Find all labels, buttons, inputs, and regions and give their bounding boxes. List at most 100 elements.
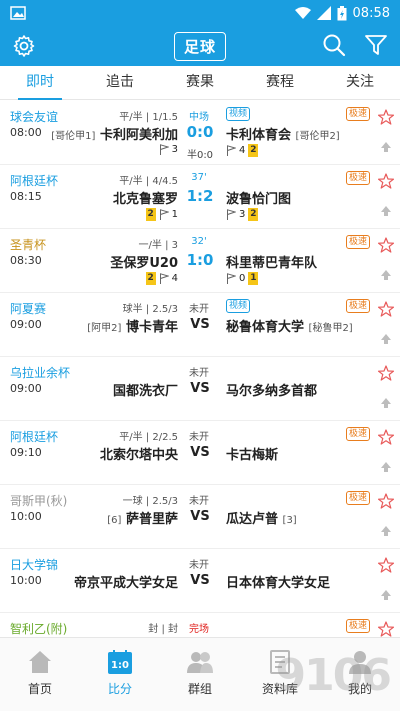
pin-top-icon[interactable] bbox=[380, 205, 392, 217]
tab-live[interactable]: 即时 bbox=[0, 66, 80, 100]
pin-top-icon[interactable] bbox=[380, 589, 392, 601]
league-name[interactable]: 日大学锦 bbox=[10, 556, 58, 573]
league-name[interactable]: 阿夏赛 bbox=[10, 300, 46, 317]
nav-score[interactable]: 1:0 比分 bbox=[80, 638, 160, 711]
fast-badge[interactable]: 极速 bbox=[345, 235, 370, 249]
search-icon[interactable] bbox=[322, 33, 346, 57]
tab-schedule[interactable]: 赛程 bbox=[240, 66, 320, 99]
league-name[interactable]: 圣青杯 bbox=[10, 236, 46, 253]
nav-database[interactable]: 资料库 bbox=[240, 638, 320, 711]
star-icon[interactable] bbox=[378, 237, 394, 253]
pin-top-icon[interactable] bbox=[380, 141, 392, 153]
star-icon[interactable] bbox=[378, 109, 394, 125]
pin-top-icon[interactable] bbox=[380, 397, 392, 409]
nav-home[interactable]: 首页 bbox=[0, 638, 80, 711]
away-team-name: 卡古梅斯 bbox=[226, 448, 279, 463]
away-team[interactable]: 马尔多纳多首都 bbox=[226, 380, 317, 399]
sport-selector-button[interactable]: 足球 bbox=[173, 31, 226, 61]
video-badge[interactable]: 视频 bbox=[226, 107, 251, 121]
home-team[interactable]: 北索尔塔中央 bbox=[100, 444, 178, 463]
nav-database-label: 资料库 bbox=[261, 682, 298, 696]
home-team[interactable]: 国都洗衣厂 bbox=[113, 380, 178, 399]
match-row[interactable]: 哥斯甲(秋) 10:00 一球 | 2.5/3 未开 [6] 萨普里萨 VS 瓜达卢普 [3… bbox=[0, 485, 400, 549]
gear-icon[interactable] bbox=[12, 34, 36, 58]
home-stats: 21 bbox=[145, 208, 178, 221]
match-status: 未开 bbox=[189, 304, 209, 315]
profile-icon bbox=[349, 651, 371, 674]
pin-top-icon[interactable] bbox=[380, 461, 392, 473]
home-team[interactable]: [哥伦甲1] 卡利阿美利加 bbox=[51, 124, 178, 143]
filter-icon[interactable] bbox=[364, 33, 388, 57]
away-team[interactable]: 卡利体育会 [哥伦甲2] bbox=[226, 124, 340, 143]
star-icon[interactable] bbox=[378, 365, 394, 381]
nav-profile[interactable]: 我的 bbox=[320, 638, 400, 711]
away-team[interactable]: 科里蒂巴青年队 bbox=[226, 252, 317, 271]
yellow-card-count: 2 bbox=[248, 144, 259, 157]
away-team[interactable]: 波鲁恰门图 bbox=[226, 188, 291, 207]
match-row[interactable]: 乌拉业余杯 09:00 未开 国都洗衣厂 VS 马尔多纳多首都 bbox=[0, 357, 400, 421]
star-icon[interactable] bbox=[378, 557, 394, 573]
home-team[interactable]: [6] 萨普里萨 bbox=[107, 508, 178, 527]
home-team-name: 圣保罗U20 bbox=[110, 256, 178, 271]
pin-top-icon[interactable] bbox=[380, 525, 392, 537]
fast-badge[interactable]: 极速 bbox=[345, 427, 370, 441]
away-team[interactable]: 瓜达卢普 [3] bbox=[226, 508, 297, 527]
star-icon[interactable] bbox=[378, 173, 394, 189]
nav-group[interactable]: 群组 bbox=[160, 638, 240, 711]
away-stats: 42 bbox=[226, 144, 259, 157]
home-team[interactable]: 圣保罗U20 bbox=[110, 252, 178, 271]
star-icon[interactable] bbox=[378, 301, 394, 317]
star-icon[interactable] bbox=[378, 621, 394, 637]
tab-favorites[interactable]: 关注 bbox=[320, 66, 400, 99]
odds: 球半 | 2.5/3 bbox=[122, 304, 178, 315]
league-name[interactable]: 阿根廷杯 bbox=[10, 172, 58, 189]
match-score: VS bbox=[190, 317, 210, 332]
corner-flag-icon bbox=[159, 209, 169, 220]
tab-follow-up[interactable]: 追击 bbox=[80, 66, 160, 99]
league-name[interactable]: 智利乙(附) bbox=[10, 620, 67, 637]
home-rank: [阿甲2] bbox=[87, 323, 122, 334]
star-icon[interactable] bbox=[378, 429, 394, 445]
league-name[interactable]: 哥斯甲(秋) bbox=[10, 492, 67, 509]
battery-icon bbox=[337, 5, 347, 20]
home-team-name: 帝京平成大学女足 bbox=[73, 576, 178, 591]
corner-count: 3 bbox=[239, 209, 246, 220]
away-team[interactable]: 秘鲁体育大学 [秘鲁甲2] bbox=[226, 316, 353, 335]
match-row[interactable]: 圣青杯 08:30 一/半 | 3 32' 圣保罗U20 1:0 科里蒂巴青年队 2 4 0 1 极速 bbox=[0, 229, 400, 293]
away-team[interactable]: 日本体育大学女足 bbox=[226, 572, 330, 591]
pin-top-icon[interactable] bbox=[380, 333, 392, 345]
home-team[interactable]: 帝京平成大学女足 bbox=[74, 572, 178, 591]
fast-badge[interactable]: 极速 bbox=[345, 299, 370, 313]
match-row[interactable]: 阿夏赛 09:00 球半 | 2.5/3 未开 [阿甲2] 博卡青年 VS 秘鲁体育大学 [… bbox=[0, 293, 400, 357]
nav-group-label: 群组 bbox=[187, 682, 212, 696]
away-team-name: 科里蒂巴青年队 bbox=[226, 256, 318, 271]
home-stats: 3 bbox=[159, 144, 178, 155]
home-team[interactable]: [阿甲2] 博卡青年 bbox=[87, 316, 178, 335]
match-status: 完场 bbox=[189, 624, 209, 635]
league-name[interactable]: 乌拉业余杯 bbox=[10, 364, 70, 381]
star-icon[interactable] bbox=[378, 493, 394, 509]
league-name[interactable]: 阿根廷杯 bbox=[10, 428, 58, 445]
fast-badge[interactable]: 极速 bbox=[345, 171, 370, 185]
video-badge[interactable]: 视频 bbox=[226, 299, 251, 313]
league-name[interactable]: 球会友谊 bbox=[10, 108, 58, 125]
pin-top-icon[interactable] bbox=[380, 269, 392, 281]
fast-badge[interactable]: 极速 bbox=[345, 491, 370, 505]
away-team-name: 秘鲁体育大学 bbox=[226, 320, 305, 335]
home-team[interactable]: 北克鲁塞罗 bbox=[113, 188, 178, 207]
match-row[interactable]: 日大学锦 10:00 未开 帝京平成大学女足 VS 日本体育大学女足 bbox=[0, 549, 400, 613]
fast-badge[interactable]: 极速 bbox=[345, 619, 370, 633]
fast-badge[interactable]: 极速 bbox=[345, 107, 370, 121]
yellow-card-count: 2 bbox=[248, 208, 259, 221]
yellow-card-count: 1 bbox=[248, 272, 259, 285]
match-row[interactable]: 球会友谊 08:00 平/半 | 1/1.5 中场 [哥伦甲1] 卡利阿美利加 0:0 卡利… bbox=[0, 101, 400, 165]
away-team-name: 马尔多纳多首都 bbox=[226, 384, 318, 399]
match-row[interactable]: 阿根廷杯 08:15 平/半 | 4/4.5 37' 北克鲁塞罗 1:2 波鲁恰门图 2 1 3 2… bbox=[0, 165, 400, 229]
corner-flag-icon bbox=[159, 273, 169, 284]
odds: 平/半 | 1/1.5 bbox=[119, 112, 178, 123]
away-team[interactable]: 卡古梅斯 bbox=[226, 444, 278, 463]
match-status: 未开 bbox=[189, 368, 209, 379]
match-row[interactable]: 阿根廷杯 09:10 平/半 | 2/2.5 未开 北索尔塔中央 VS 卡古梅斯 极速 bbox=[0, 421, 400, 485]
tab-results[interactable]: 赛果 bbox=[160, 66, 240, 99]
match-score: 1:0 bbox=[186, 251, 214, 269]
